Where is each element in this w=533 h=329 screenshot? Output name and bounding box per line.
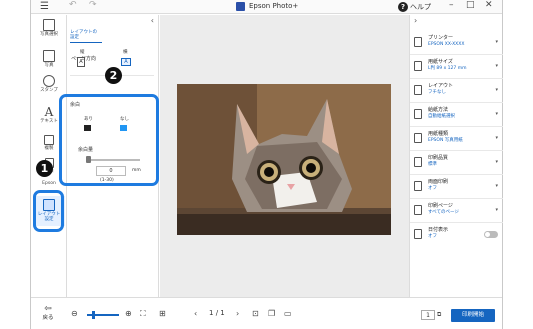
fit-screen-icon[interactable]: ⛶ bbox=[140, 309, 146, 319]
setting-date: 日付表示 オフ bbox=[410, 223, 503, 247]
chevron-down-icon: ▾ bbox=[495, 111, 498, 117]
setting-paper-type[interactable]: 用紙種類 EPSON 写真用紙 ▾ bbox=[410, 127, 503, 151]
zoom-in-icon[interactable]: ⊕ bbox=[125, 309, 132, 318]
photo-add-icon bbox=[43, 50, 55, 62]
paper-feed-icon bbox=[414, 109, 422, 119]
duplex-icon bbox=[414, 181, 422, 191]
back-button[interactable]: ⇦ 戻る bbox=[38, 304, 58, 321]
chevron-down-icon: ▾ bbox=[495, 87, 498, 93]
setting-value: L判 89 x 127 mm bbox=[428, 66, 467, 71]
setting-layout[interactable]: レイアウト フチなし ▾ bbox=[410, 79, 503, 103]
setting-value: EPSON XX-XXXX bbox=[428, 42, 465, 47]
redo-icon[interactable]: ↷ bbox=[89, 0, 97, 10]
setting-title: 用紙サイズ bbox=[428, 59, 453, 65]
setting-title: 印刷品質 bbox=[428, 155, 449, 161]
setting-value: 自動給紙選択 bbox=[428, 114, 455, 119]
hamburger-menu-icon[interactable]: ☰ bbox=[40, 1, 49, 12]
zoom-out-icon[interactable]: ⊖ bbox=[71, 309, 78, 318]
print-button[interactable]: 印刷開始 bbox=[451, 309, 495, 322]
photo-preview[interactable] bbox=[177, 84, 391, 235]
setting-value: オフ bbox=[428, 186, 437, 191]
copies-stepper[interactable]: 1 bbox=[421, 310, 435, 320]
page-indicator: 1 / 1 bbox=[209, 309, 225, 317]
help-label[interactable]: ヘルプ bbox=[410, 2, 431, 12]
delete-page-icon[interactable]: ▭ bbox=[284, 309, 292, 318]
highlight-layout-settings bbox=[33, 190, 64, 232]
setting-title: レイアウト bbox=[428, 83, 454, 89]
chevron-down-icon: ▾ bbox=[495, 63, 498, 69]
setting-title: 両面印刷 bbox=[428, 179, 449, 185]
help-icon[interactable]: ? bbox=[398, 2, 408, 12]
setting-title: プリンター bbox=[428, 35, 454, 41]
setting-value: オフ bbox=[428, 234, 437, 239]
toolbar-item-photo[interactable]: 写真 bbox=[33, 50, 65, 68]
chevron-down-icon: ▾ bbox=[495, 183, 498, 189]
copy-page-icon[interactable]: ❐ bbox=[268, 309, 275, 318]
setting-value: EPSON 写真用紙 bbox=[428, 138, 463, 143]
app-title: Epson Photo+ bbox=[249, 2, 299, 10]
print-quality-icon bbox=[414, 157, 422, 167]
layout-icon bbox=[414, 85, 422, 95]
preview-canvas[interactable] bbox=[160, 15, 438, 297]
bottom-bar: ⇦ 戻る ⊖ ⊕ ⛶ ⊞ ‹ 1 / 1 › ⊡ ❐ ▭ 1 ⧉ 印刷開始 bbox=[31, 297, 502, 329]
setting-paper-size[interactable]: 用紙サイズ L判 89 x 127 mm ▾ bbox=[410, 55, 503, 79]
step-badge-1: 1 bbox=[36, 160, 53, 177]
prev-page-icon[interactable]: ‹ bbox=[194, 309, 197, 318]
date-toggle[interactable] bbox=[484, 231, 498, 238]
print-settings-panel: › プリンター EPSON XX-XXXX ▾ 用紙サイズ L判 89 x 12… bbox=[409, 15, 503, 297]
setting-title: 日付表示 bbox=[428, 227, 449, 233]
setting-print-pages[interactable]: 印刷ページ すべてのページ ▾ bbox=[410, 199, 503, 223]
printer-icon bbox=[414, 37, 422, 47]
tab-layout-settings[interactable]: レイアウトの 設定 bbox=[70, 30, 102, 43]
setting-title: 給紙方法 bbox=[428, 107, 449, 113]
add-page-icon[interactable]: ⊡ bbox=[252, 309, 259, 318]
setting-value: すべてのページ bbox=[428, 210, 459, 215]
print-pages-icon bbox=[414, 205, 422, 215]
setting-value: フチなし bbox=[428, 90, 446, 95]
title-bar: ☰ ↶ ↷ Epson Photo+ ? ヘルプ – □ ✕ bbox=[31, 0, 502, 14]
app-logo-icon bbox=[236, 2, 245, 11]
page-total: 1 bbox=[220, 309, 225, 317]
paper-type-icon bbox=[414, 133, 422, 143]
portrait-option[interactable]: A bbox=[77, 57, 85, 67]
collapse-panel-icon[interactable]: ‹ bbox=[151, 16, 154, 25]
undo-icon[interactable]: ↶ bbox=[69, 0, 77, 10]
toolbar-item-stamp[interactable]: スタンプ bbox=[33, 75, 65, 93]
back-label: 戻る bbox=[42, 315, 54, 321]
landscape-option[interactable]: A bbox=[121, 58, 131, 66]
toolbar-item-label: スタンプ bbox=[40, 88, 58, 93]
close-icon[interactable]: ✕ bbox=[485, 0, 493, 10]
page-separator: / bbox=[215, 309, 219, 317]
chevron-down-icon: ▾ bbox=[495, 159, 498, 165]
paper-size-icon bbox=[414, 61, 422, 71]
duplicate-icon bbox=[44, 135, 54, 145]
setting-paper-feed[interactable]: 給紙方法 自動給紙選択 ▾ bbox=[410, 103, 503, 127]
next-page-icon[interactable]: › bbox=[236, 309, 239, 318]
setting-title: 印刷ページ bbox=[428, 203, 453, 209]
toolbar-item-label: 写真 bbox=[44, 63, 54, 68]
page-current: 1 bbox=[209, 309, 214, 317]
zoom-slider-thumb[interactable] bbox=[92, 311, 95, 319]
setting-value: 標準 bbox=[428, 162, 437, 167]
maximize-icon[interactable]: □ bbox=[466, 0, 475, 10]
step-badge-2: 2 bbox=[105, 67, 122, 84]
setting-title: 用紙種類 bbox=[428, 131, 449, 137]
toolbar-item-photo-select[interactable]: 写真選択 bbox=[33, 19, 65, 37]
setting-printer[interactable]: プリンター EPSON XX-XXXX ▾ bbox=[410, 31, 503, 55]
expand-panel-icon[interactable]: › bbox=[414, 16, 417, 25]
chevron-down-icon: ▾ bbox=[495, 135, 498, 141]
chevron-down-icon: ▾ bbox=[495, 39, 498, 45]
toolbar-item-label: 写真選択 bbox=[40, 32, 58, 37]
grid-icon[interactable]: ⊞ bbox=[159, 309, 166, 318]
cat-photo-image bbox=[177, 84, 391, 235]
chevron-down-icon: ▾ bbox=[495, 207, 498, 213]
copies-icon: ⧉ bbox=[437, 311, 442, 318]
setting-print-quality[interactable]: 印刷品質 標準 ▾ bbox=[410, 151, 503, 175]
setting-duplex[interactable]: 両面印刷 オフ ▾ bbox=[410, 175, 503, 199]
photo-select-icon bbox=[43, 19, 55, 31]
date-icon bbox=[414, 229, 422, 239]
highlight-margin-settings bbox=[59, 94, 159, 186]
stamp-icon bbox=[43, 75, 55, 87]
minimize-icon[interactable]: – bbox=[449, 0, 454, 10]
